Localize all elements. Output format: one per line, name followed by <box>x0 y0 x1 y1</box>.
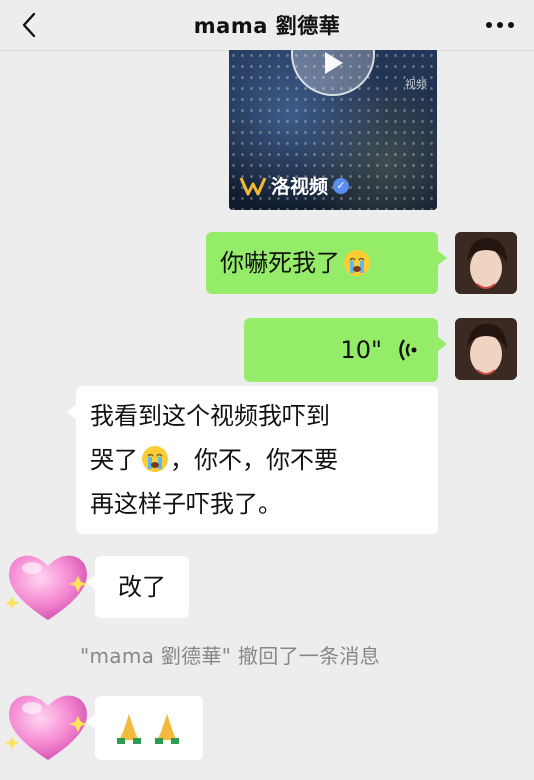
more-dots-icon <box>486 22 514 28</box>
voice-wave-icon <box>399 339 417 361</box>
more-button[interactable] <box>480 8 520 42</box>
voice-duration: 10" <box>340 336 382 364</box>
play-icon <box>325 52 343 74</box>
crying-emoji-icon <box>344 250 370 276</box>
contact-avatar[interactable] <box>4 688 92 764</box>
avatar-portrait-icon <box>455 318 517 380</box>
verified-icon: ✓ <box>333 177 350 194</box>
recall-notice: "mama 劉德華" 撤回了一条消息 <box>80 644 380 668</box>
message-text: 你嚇死我了 <box>220 249 340 277</box>
self-avatar[interactable] <box>455 232 517 294</box>
video-watermark: 视频 <box>405 78 427 91</box>
chat-title: mama 劉德華 <box>193 14 341 38</box>
contact-avatar[interactable] <box>4 548 92 624</box>
self-avatar[interactable] <box>455 318 517 380</box>
message-text: 改了 <box>118 573 166 601</box>
message-line: 哭了 ，你不，你不要 <box>90 446 338 474</box>
video-message[interactable]: 视频 洛视频 ✓ <box>229 50 437 210</box>
message-line: 再这样子吓我了。 <box>90 490 282 518</box>
voice-message-bubble[interactable]: 10" <box>244 318 447 382</box>
video-logo-icon <box>239 176 267 195</box>
message-bubble[interactable]: 我看到这个视频我吓到 哭了 ，你不，你不要 再这样子吓我了。 <box>67 386 438 534</box>
message-bubble[interactable]: 你嚇死我了 <box>206 232 447 294</box>
video-brand: 洛视频 ✓ <box>239 172 350 199</box>
praying-hands-icon <box>117 714 179 744</box>
message-line: 我看到这个视频我吓到 <box>90 402 330 430</box>
chat-header: mama 劉德華 <box>0 0 534 51</box>
crying-emoji-icon <box>142 446 168 472</box>
message-bubble[interactable]: 🙏🙏 <box>86 696 203 760</box>
pink-heart-icon <box>5 695 87 760</box>
pink-heart-icon <box>5 555 87 620</box>
video-brand-name: 洛视频 <box>271 176 329 198</box>
avatar-portrait-icon <box>455 232 517 294</box>
message-bubble[interactable]: 改了 <box>86 556 189 618</box>
